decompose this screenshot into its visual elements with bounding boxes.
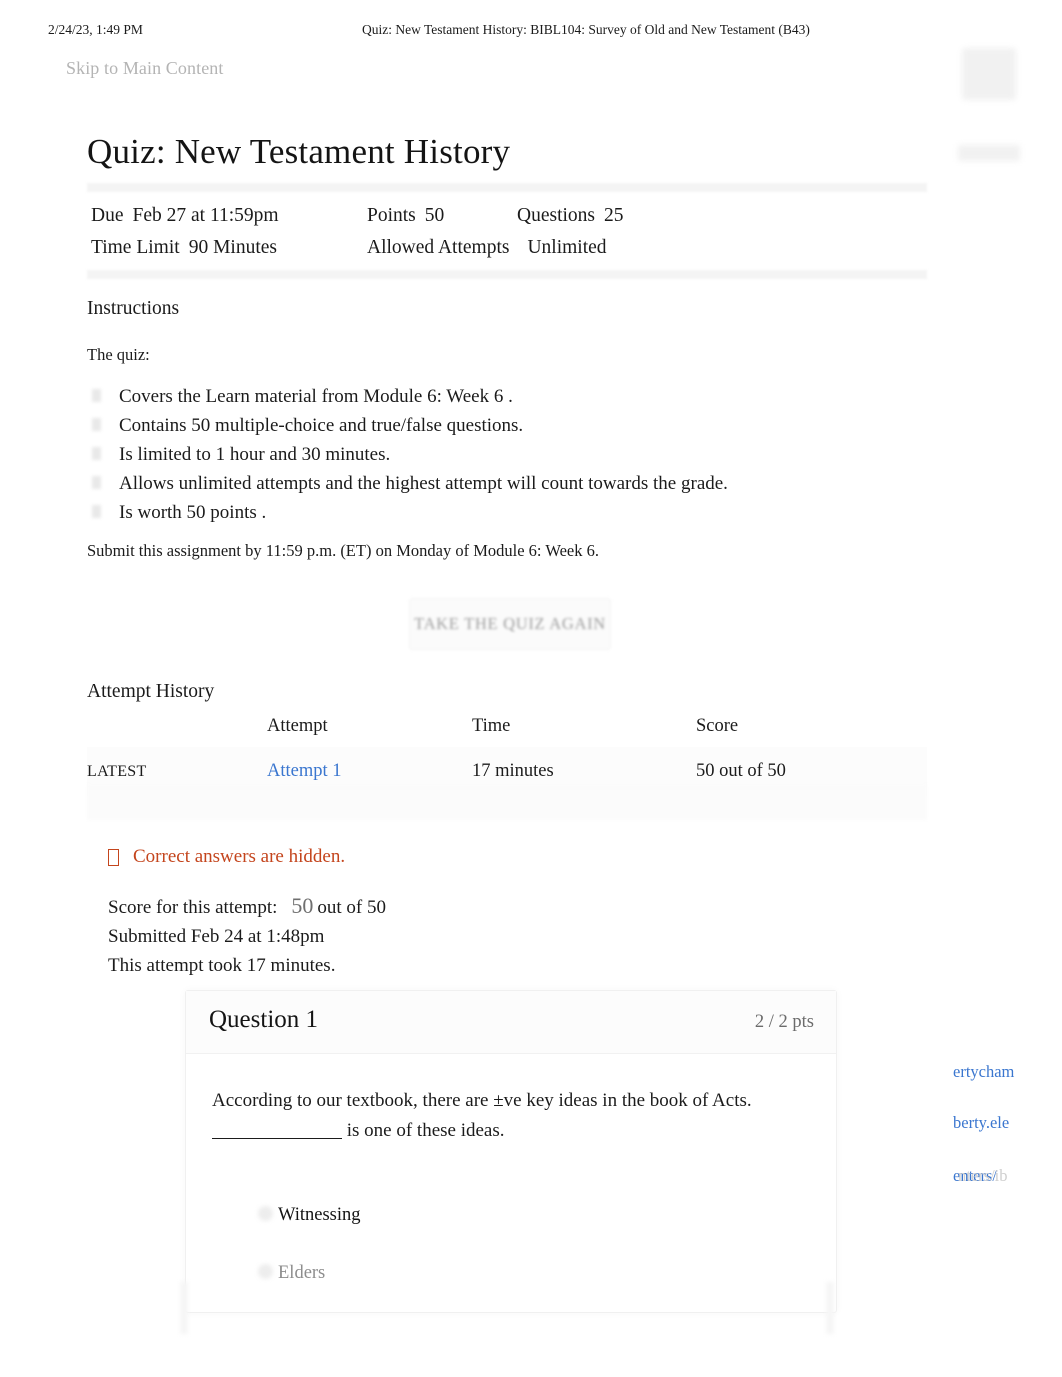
answer-option-label: Elders [278,1262,326,1283]
answer-option[interactable]: Witnessing [212,1186,810,1244]
quiz-detail-row-1: Due Feb 27 at 11:59pm Points 50 Questions 2… [91,200,927,232]
bullet-icon [92,418,101,431]
points-value: 50 [424,205,445,226]
bullet-icon [92,505,101,518]
list-item: Is worth 50 points . [87,498,927,527]
correct-answers-hidden-notice: Correct answers are hidden. [108,846,345,868]
instructions-intro: The quiz: [87,345,150,364]
column-header-time: Time [472,716,511,736]
allowed-attempts-value: Unlimited [527,237,607,258]
duration-line: This attempt took 17 minutes. [108,955,336,976]
quiz-details-block: Due Feb 27 at 11:59pm Points 50 Questions 2… [87,183,927,279]
edge-url-fragment: berty.ele [953,1113,1010,1132]
submitted-line: Submitted Feb 24 at 1:48pm [108,926,325,947]
score-for-attempt-line: Score for this attempt: 50 out of 50 [108,891,386,922]
score-suffix: out of 50 [317,897,386,918]
answer-option[interactable]: Elders [212,1244,810,1302]
list-item-label: Covers the Learn material from Module 6:… [119,386,513,407]
question-text-after-blank: is one of these ideas. [342,1120,505,1141]
quiz-detail-row-2: Time Limit 90 Minutes Allowed Attempts Unl… [91,232,927,264]
bullet-icon [92,389,101,402]
meta-bottom-rule [87,270,927,279]
list-item: Is limited to 1 hour and 30 minutes. [87,440,927,469]
list-item: Covers the Learn material from Module 6:… [87,382,927,411]
question-title: Question 1 [209,1006,319,1033]
fill-in-blank-underline [212,1120,342,1139]
question-text-before-blank: According to our textbook, there are ±ve… [212,1090,752,1111]
list-item: Allows unlimited attempts and the highes… [87,469,927,498]
radio-button-icon[interactable] [258,1264,273,1279]
questions-value: 25 [604,205,624,226]
question-header: Question 1 2 / 2 pts [186,991,836,1054]
meta-top-rule [87,183,927,192]
edge-url-fragment-overlap: nters/ib [958,1166,1008,1185]
answer-options-list: Witnessing Elders [212,1186,810,1302]
latest-badge: LATEST [87,763,147,780]
submit-deadline-note: Submit this assignment by 11:59 p.m. (ET… [87,541,599,560]
attempt-summary: Score for this attempt: 50 out of 50 Submi… [108,891,386,980]
skip-to-main-content-link[interactable]: Skip to Main Content [66,58,224,79]
instructions-heading: Instructions [87,298,180,319]
warning-icon [108,848,119,866]
table-header-row: Attempt Time Score [87,712,927,747]
column-header-score: Score [696,716,739,736]
quiz-results-page: 2/24/23, 1:49 PM Quiz: New Testament His… [0,0,1062,1377]
score-label: Score for this attempt: [108,897,278,918]
list-item: Contains 50 multiple-choice and true/fal… [87,411,927,440]
print-document-title: Quiz: New Testament History: BIBL104: Su… [362,22,810,37]
list-item-label: Allows unlimited attempts and the highes… [119,473,728,494]
edge-url-fragment: ertycham [953,1062,1015,1081]
column-header-kept [87,712,267,747]
print-timestamp: 2/24/23, 1:49 PM [48,22,143,37]
bullet-icon [92,476,101,489]
due-value: Feb 27 at 11:59pm [132,205,279,226]
hidden-notice-label: Correct answers are hidden. [133,846,346,867]
question-points: 2 / 2 pts [754,1012,814,1032]
time-limit-value: 90 Minutes [188,237,277,258]
instructions-list: Covers the Learn material from Module 6:… [87,382,927,527]
due-label: Due [91,205,124,226]
page-title: Quiz: New Testament History [87,132,511,171]
radio-button-icon[interactable] [258,1206,273,1221]
points-label: Points [367,205,416,226]
list-item-label: Is limited to 1 hour and 30 minutes. [119,444,391,465]
page-edge-mark [180,1282,188,1334]
attempt-table-footer-bar [87,784,927,820]
page-edge-mark [826,1282,834,1334]
print-header: 2/24/23, 1:49 PM Quiz: New Testament His… [0,22,1062,44]
allowed-attempts-label: Allowed Attempts [367,237,510,258]
time-limit-label: Time Limit [91,237,180,258]
ghost-thumbnail-block [962,48,1016,100]
question-body: According to our textbook, there are ±ve… [186,1054,836,1312]
bullet-icon [92,447,101,460]
score-value: 50 [291,893,314,918]
questions-label: Questions [517,205,595,226]
take-the-quiz-again-button[interactable]: TAKE THE QUIZ AGAIN [409,598,611,650]
list-item-label: Contains 50 multiple-choice and true/fal… [119,415,524,436]
answer-option-label: Witnessing [278,1204,361,1225]
question-text: According to our textbook, there are ±ve… [212,1086,810,1146]
attempt-1-link[interactable]: Attempt 1 [267,761,342,781]
column-header-attempt: Attempt [267,716,328,736]
ghost-label-block [958,145,1020,161]
question-card: Question 1 2 / 2 pts According to our te… [185,990,837,1313]
list-item-label: Is worth 50 points . [119,502,267,523]
attempt-history-heading: Attempt History [87,681,215,702]
